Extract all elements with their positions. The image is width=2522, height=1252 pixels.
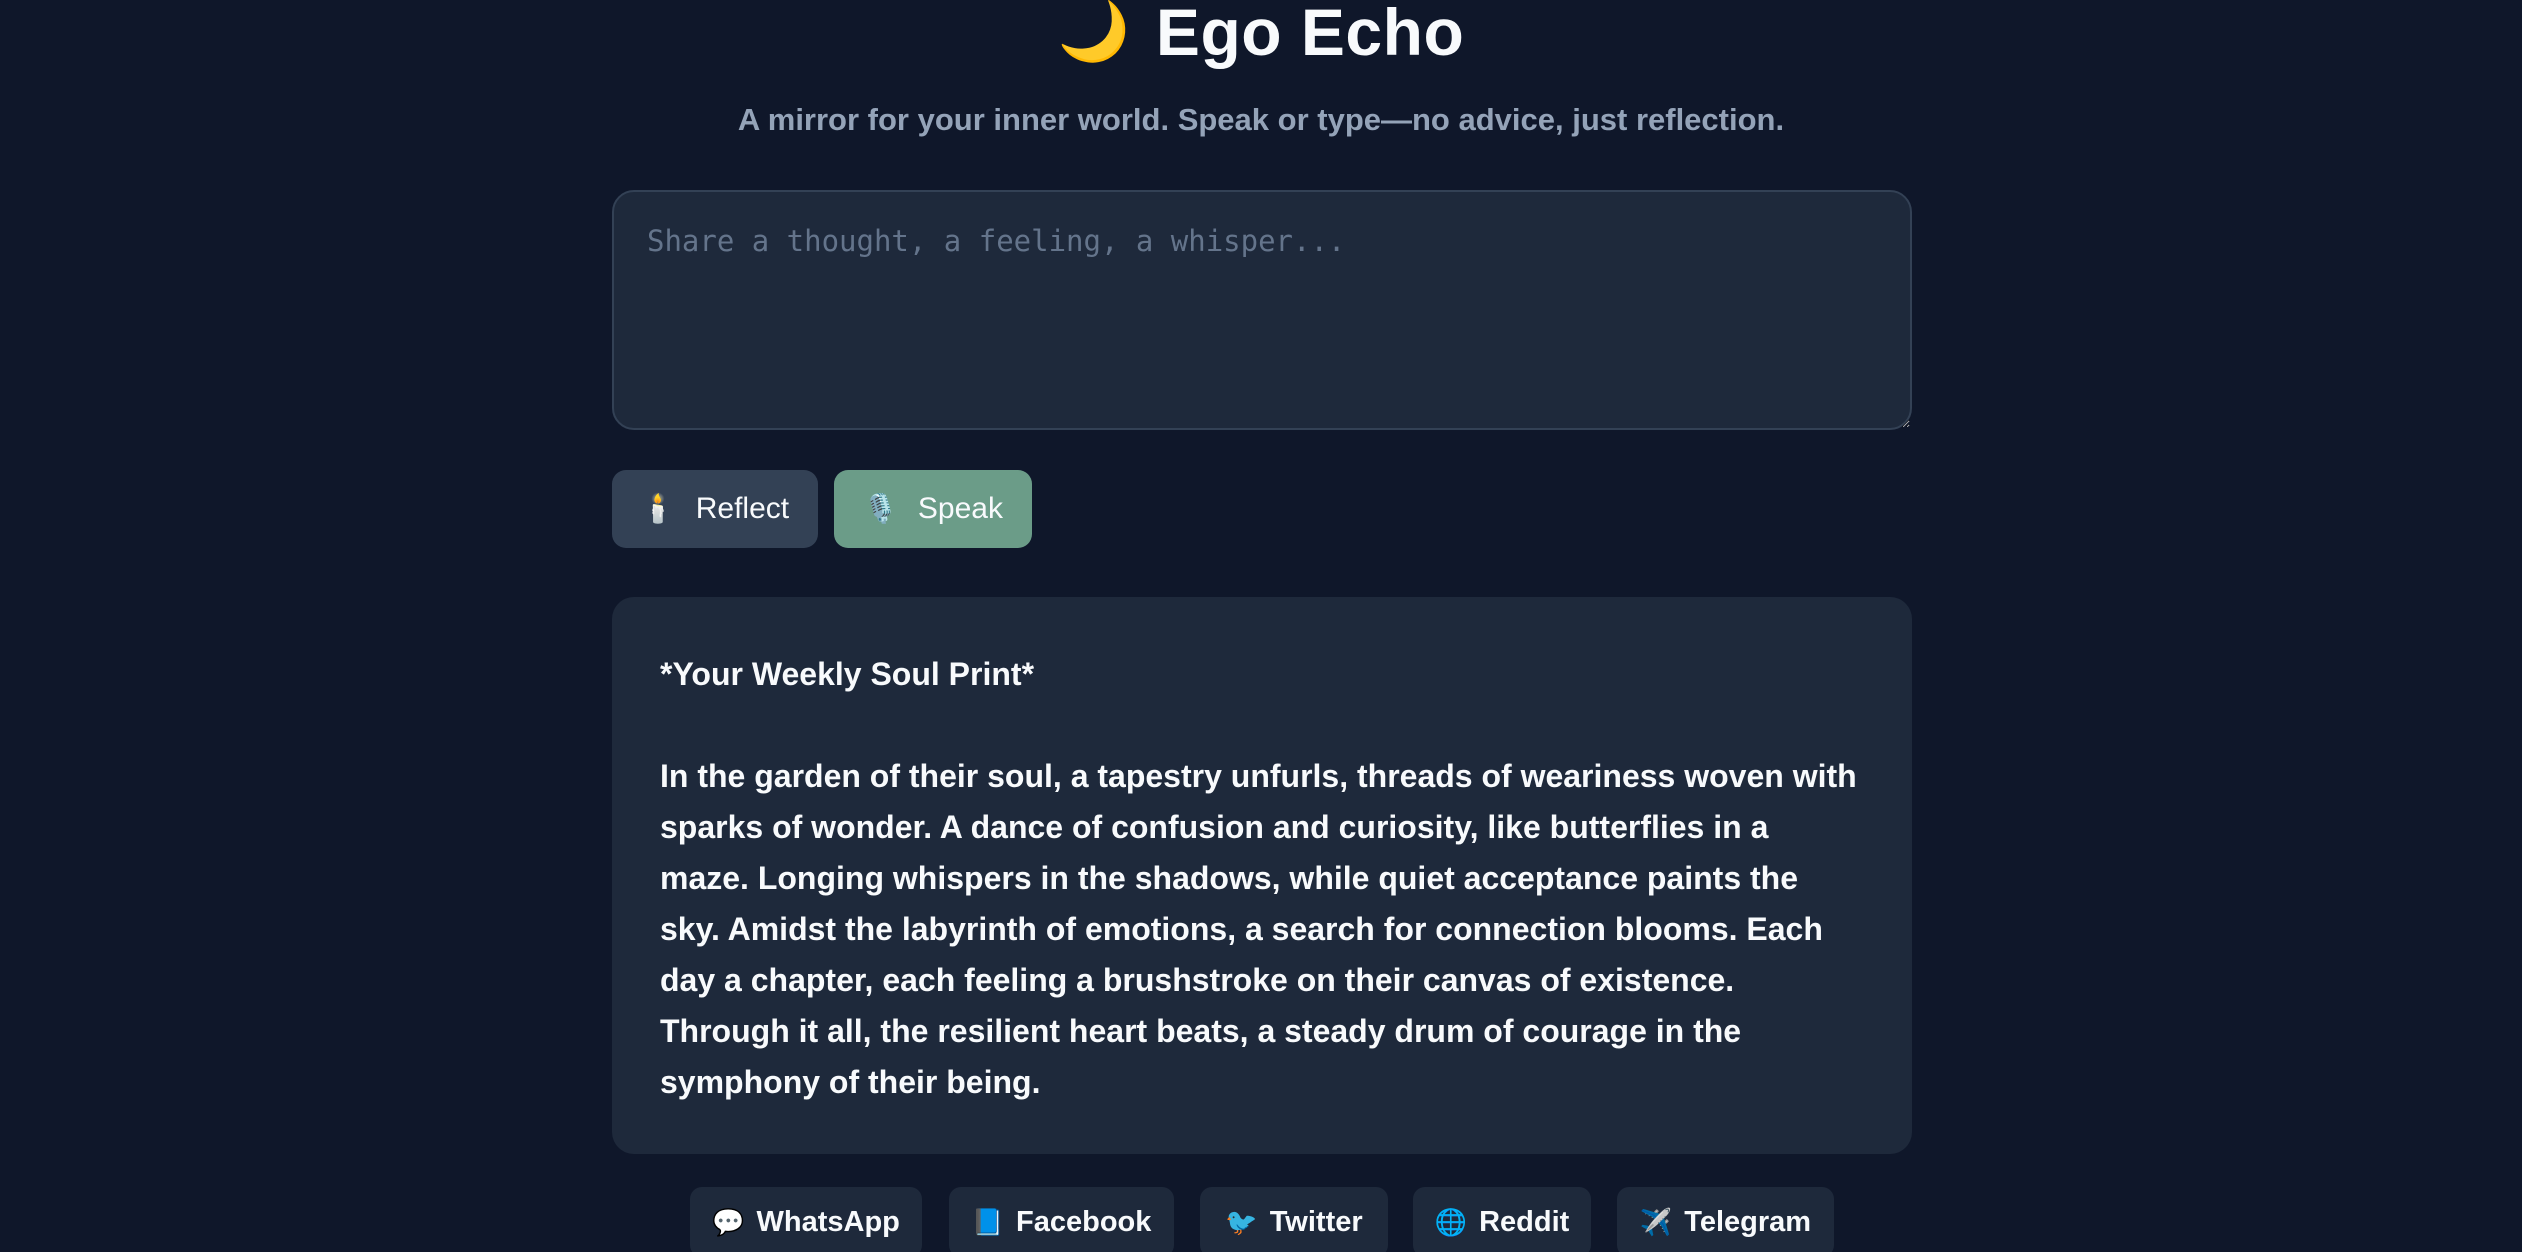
candle-icon: 🕯️ <box>640 493 676 524</box>
thought-input-container <box>612 190 1912 430</box>
globe-icon: 🌐 <box>1434 1207 1468 1237</box>
share-button-label: WhatsApp <box>756 1205 900 1238</box>
thought-input[interactable] <box>612 190 1912 430</box>
share-whatsapp-button[interactable]: 💬 WhatsApp <box>690 1187 922 1252</box>
blue-book-icon: 📘 <box>971 1207 1004 1237</box>
moon-icon: 🌙 <box>1057 0 1130 64</box>
airplane-icon: ✈️ <box>1639 1207 1673 1237</box>
share-telegram-button[interactable]: ✈️ Telegram <box>1617 1187 1834 1252</box>
reflection-heading: *Your Weekly Soul Print* <box>660 656 1035 692</box>
share-button-label: Twitter <box>1269 1205 1363 1238</box>
page-title: 🌙 Ego Echo <box>0 0 2522 72</box>
share-button-label: Reddit <box>1479 1205 1570 1238</box>
microphone-icon: 🎙️ <box>863 493 898 524</box>
speak-button-label: Speak <box>917 492 1003 525</box>
reflection-panel: *Your Weekly Soul Print* In the garden o… <box>612 597 1912 1154</box>
share-button-label: Telegram <box>1684 1205 1812 1238</box>
share-button-label: Facebook <box>1016 1205 1152 1238</box>
share-facebook-button[interactable]: 📘 Facebook <box>949 1187 1174 1252</box>
bird-icon: 🐦 <box>1225 1207 1258 1237</box>
speech-bubble-icon: 💬 <box>712 1207 745 1237</box>
share-bar: 💬 WhatsApp 📘 Facebook 🐦 Twitter 🌐 Reddit… <box>0 1187 2522 1252</box>
share-twitter-button[interactable]: 🐦 Twitter <box>1200 1187 1388 1252</box>
app-title: Ego Echo <box>1155 0 1465 69</box>
reflection-text: In the garden of their soul, a tapestry … <box>660 758 1857 1100</box>
speak-button[interactable]: 🎙️ Speak <box>834 470 1032 548</box>
reflect-button-label: Reflect <box>695 492 790 525</box>
share-reddit-button[interactable]: 🌐 Reddit <box>1413 1187 1591 1252</box>
app-page: 🌙 Ego Echo A mirror for your inner world… <box>0 0 2522 1252</box>
app-subtitle: A mirror for your inner world. Speak or … <box>737 102 1785 137</box>
reflect-button[interactable]: 🕯️ Reflect <box>612 470 818 548</box>
